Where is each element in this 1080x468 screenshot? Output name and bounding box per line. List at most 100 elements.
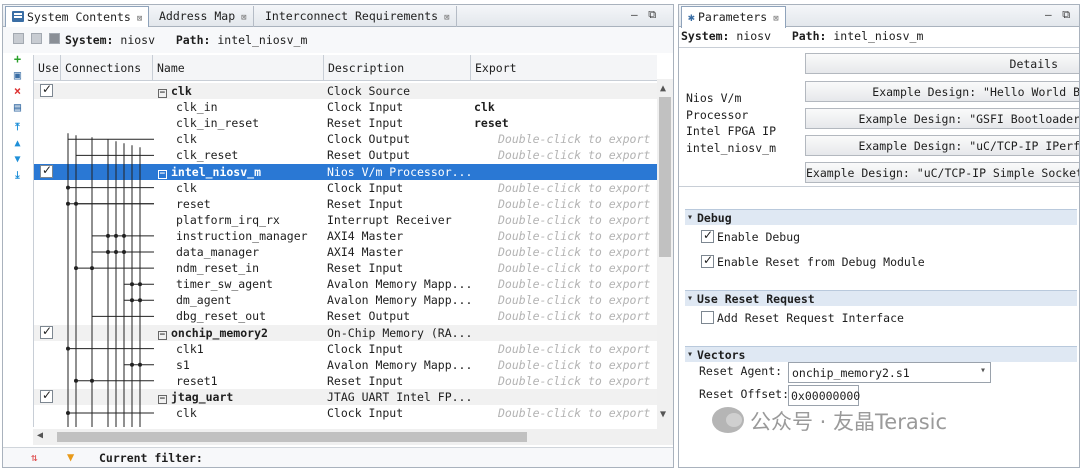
move-down-icon[interactable]: ▼ — [11, 153, 24, 166]
collapse-icon[interactable]: − — [158, 330, 167, 340]
export-cell[interactable]: Double-click to export — [474, 131, 657, 147]
properties-icon[interactable]: ▤ — [11, 101, 24, 114]
export-cell[interactable]: Double-click to export — [474, 373, 657, 389]
remove-icon[interactable]: × — [11, 85, 24, 98]
export-cell[interactable]: Double-click to export — [474, 228, 657, 244]
export-cell[interactable]: Double-click to export — [474, 276, 657, 292]
export-cell[interactable]: Double-click to export — [474, 292, 657, 308]
use-checkbox[interactable] — [40, 82, 53, 97]
collapse-icon[interactable]: − — [158, 169, 167, 179]
chevron-down-icon[interactable]: ▾ — [980, 365, 986, 376]
collapse-icon[interactable]: − — [158, 394, 167, 404]
close-icon[interactable]: ⊠ — [773, 14, 778, 24]
example-design-iperf-button[interactable]: Example Design: "uC/TCP-IP IPerf — [805, 135, 1079, 156]
use-checkbox[interactable] — [40, 388, 53, 403]
horizontal-scrollbar[interactable]: ◀ — [33, 429, 673, 445]
enable-reset-from-debug-checkbox[interactable]: Enable Reset from Debug Module — [701, 253, 925, 269]
example-design-gsfi-bootloader-button[interactable]: Example Design: "GSFI Bootloader — [805, 108, 1079, 129]
export-cell[interactable]: Double-click to export — [474, 308, 657, 324]
right-tab-bar: ✱ Parameters ⊠ – ⧉ — [679, 5, 1079, 28]
system-path: System: niosv Path: intel_niosv_m — [65, 33, 308, 47]
export-cell[interactable]: clk — [474, 99, 657, 115]
add-reset-request-checkbox[interactable]: Add Reset Request Interface — [701, 311, 904, 325]
column-header-name[interactable]: Name — [153, 55, 324, 81]
use-cell — [34, 82, 61, 99]
connection-dot[interactable] — [106, 233, 110, 238]
checkbox-checked-icon[interactable] — [701, 253, 714, 268]
export-cell[interactable]: Double-click to export — [474, 405, 657, 421]
move-up-icon[interactable]: ▲ — [11, 137, 24, 150]
export-cell[interactable]: Double-click to export — [474, 196, 657, 212]
name-cell: clk_in — [176, 100, 218, 115]
example-design-hello-world-button[interactable]: Example Design: "Hello World B — [805, 81, 1079, 102]
use-cell — [34, 131, 61, 147]
edit-icon[interactable]: ▣ — [11, 69, 24, 82]
connection-dot[interactable] — [90, 266, 94, 271]
export-cell[interactable]: Double-click to export — [474, 244, 657, 260]
tab-interconnect-requirements[interactable]: Interconnect Requirements ⊠ — [259, 6, 457, 27]
section-debug[interactable]: Debug — [685, 209, 1077, 226]
use-checkbox[interactable] — [40, 163, 53, 178]
checkbox-checked-icon[interactable] — [701, 228, 714, 243]
reset-agent-select[interactable]: onchip_memory2.s1 ▾ — [788, 362, 991, 383]
connection-dot[interactable] — [122, 250, 126, 254]
parameters-icon: ✱ — [688, 10, 695, 24]
description-cell: Clock Input — [327, 406, 404, 420]
connection-dot[interactable] — [66, 346, 70, 351]
close-icon[interactable]: ⊠ — [444, 13, 449, 23]
collapse-icon[interactable] — [13, 33, 24, 44]
column-header-connections[interactable]: Connections — [61, 55, 153, 81]
scroll-left-icon[interactable]: ◀ — [37, 430, 43, 441]
filter-icon[interactable]: ⇅ — [31, 451, 38, 464]
use-checkbox[interactable] — [40, 324, 53, 339]
section-use-reset-request[interactable]: Use Reset Request — [685, 290, 1077, 307]
enable-debug-checkbox[interactable]: Enable Debug — [701, 228, 800, 244]
tab-parameters[interactable]: ✱ Parameters ⊠ — [681, 6, 786, 28]
section-vectors[interactable]: Vectors — [685, 346, 1077, 363]
close-icon[interactable]: ⊠ — [137, 14, 142, 24]
connection-dot[interactable] — [90, 378, 94, 383]
column-header-description[interactable]: Description — [324, 55, 471, 81]
close-icon[interactable]: ⊠ — [241, 13, 246, 23]
export-cell[interactable]: Double-click to export — [474, 260, 657, 276]
export-cell[interactable]: Double-click to export — [474, 357, 657, 373]
funnel-icon[interactable]: ▼ — [67, 450, 74, 464]
column-header-export[interactable]: Export — [471, 55, 657, 81]
tab-system-contents[interactable]: System Contents ⊠ — [5, 6, 150, 28]
checkbox-unchecked-icon[interactable] — [701, 311, 714, 324]
add-icon[interactable]: + — [11, 53, 24, 66]
use-cell — [34, 163, 61, 180]
scroll-down-icon[interactable]: ▼ — [660, 409, 666, 420]
export-cell[interactable]: Double-click to export — [474, 147, 657, 163]
right-window-controls[interactable]: – ⧉ — [1045, 8, 1072, 22]
column-header-use[interactable]: Use — [34, 55, 61, 81]
example-design-simple-socket-button[interactable]: Example Design: "uC/TCP-IP Simple Socket — [805, 162, 1079, 183]
export-cell[interactable]: Double-click to export — [474, 212, 657, 228]
export-cell[interactable]: reset — [474, 115, 657, 131]
hierarchy-up-icon[interactable] — [31, 33, 42, 44]
use-cell — [34, 260, 61, 276]
connection-dot[interactable] — [122, 233, 126, 238]
export-cell[interactable]: Double-click to export — [474, 341, 657, 357]
name-cell: reset1 — [176, 373, 218, 388]
connection-dot[interactable] — [66, 185, 70, 190]
vertical-scrollbar[interactable]: ▲ ▼ — [657, 79, 673, 429]
watermark: 公众号 · 友晶Terasic — [712, 406, 947, 436]
collapse-icon[interactable]: − — [158, 89, 167, 98]
name-cell: dbg_reset_out — [176, 309, 267, 324]
vertical-scroll-thumb[interactable] — [659, 97, 671, 257]
details-button[interactable]: Details — [805, 53, 1079, 74]
connection-dot[interactable] — [114, 250, 118, 254]
reset-offset-input[interactable]: 0x00000000 — [788, 385, 860, 406]
connection-dot[interactable] — [66, 411, 70, 415]
connection-dot[interactable] — [106, 250, 110, 254]
description-cell: Reset Input — [327, 116, 404, 131]
move-top-icon[interactable]: ⤒ — [11, 121, 24, 134]
horizontal-scroll-thumb[interactable] — [57, 432, 527, 442]
move-bottom-icon[interactable]: ⤓ — [11, 169, 24, 182]
tab-address-map[interactable]: Address Map ⊠ — [153, 6, 254, 27]
export-cell[interactable]: Double-click to export — [474, 180, 657, 196]
scroll-up-icon[interactable]: ▲ — [660, 83, 666, 94]
connection-dot[interactable] — [66, 201, 70, 206]
connection-dot[interactable] — [114, 233, 118, 238]
